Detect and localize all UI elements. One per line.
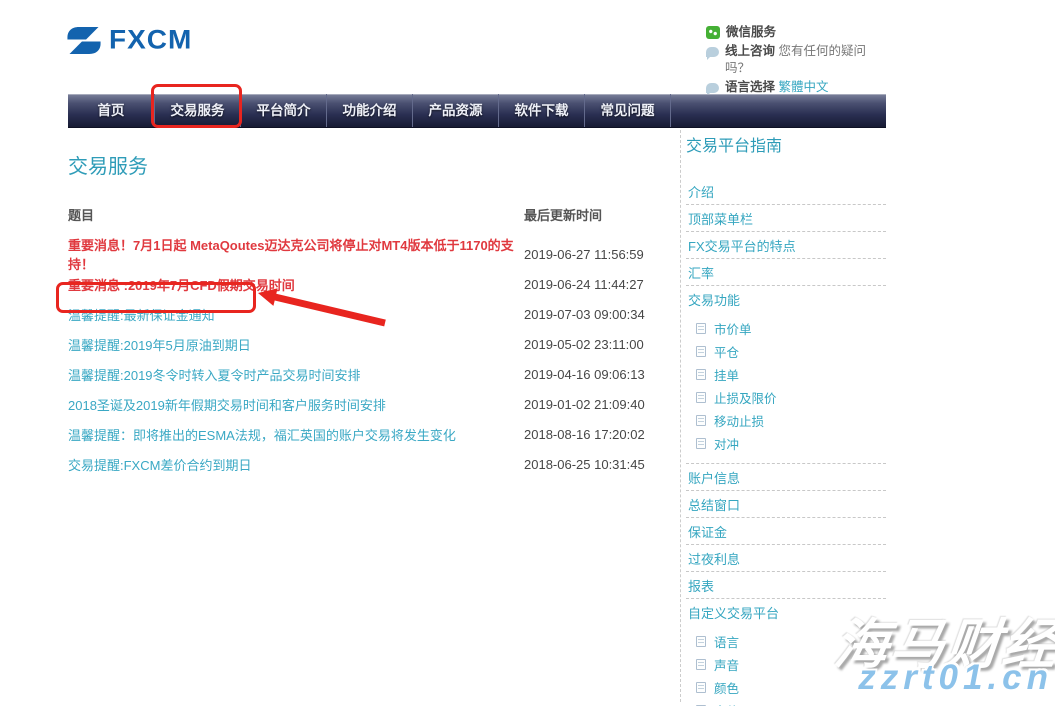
subitem-label: 平仓 <box>714 342 739 361</box>
row-date: 2019-06-27 11:56:59 <box>524 247 644 262</box>
announcement-link[interactable]: 交易提醒:FXCM差价合约到期日 <box>68 455 524 474</box>
announcement-link-margin-notice[interactable]: 温馨提醒:最新保证金通知 <box>68 305 524 324</box>
watermark-url: zzrt01.cn <box>858 658 1053 698</box>
sidebar-subitem-color[interactable]: 颜色 <box>686 676 886 699</box>
chat-bubble-icon <box>706 83 719 93</box>
fxcm-trading-services-page: FXCM 微信服务 线上咨询 您有任何的疑问吗？ 语言选择 繁體中文 首页 交易… <box>0 0 1055 706</box>
column-header-updated: 最后更新时间 <box>524 205 602 239</box>
subitem-label: 市价单 <box>714 319 752 338</box>
subitem-label: 对冲 <box>714 434 739 453</box>
nav-item-features[interactable]: 功能介绍 <box>326 94 412 127</box>
consult-text: 线上咨询 您有任何的疑问吗？ <box>725 43 886 77</box>
announcement-link[interactable]: 温馨提醒：即将推出的ESMA法规，福汇英国的账户交易将发生变化 <box>68 425 524 444</box>
sidebar-title: 交易平台指南 <box>686 132 886 156</box>
sidebar-item-rates[interactable]: 汇率 <box>686 259 886 286</box>
sidebar-item-intro[interactable]: 介绍 <box>686 178 886 205</box>
table-header: 题目 最后更新时间 <box>68 205 688 239</box>
fxcm-logo-icon <box>66 26 102 55</box>
main-content: 交易服务 题目 最后更新时间 重要消息！7月1日起 MetaQoutes迈达克公… <box>68 150 688 479</box>
nav-item-faq[interactable]: 常见问题 <box>584 94 670 127</box>
document-icon <box>696 369 706 380</box>
page-title: 交易服务 <box>68 150 688 179</box>
sidebar-subitem-font[interactable]: 字体 <box>686 699 886 706</box>
document-icon <box>696 415 706 426</box>
sidebar-item-overnight-interest[interactable]: 过夜利息 <box>686 545 886 572</box>
row-date: 2018-06-25 10:31:45 <box>524 457 645 472</box>
sidebar-subitem-stop-limit[interactable]: 止损及限价 <box>686 386 886 409</box>
announcement-link[interactable]: 重要消息！7月1日起 MetaQoutes迈达克公司将停止对MT4版本低于117… <box>68 235 524 273</box>
nav-item-platform-intro[interactable]: 平台简介 <box>240 94 326 127</box>
sidebar-subitem-pending-order[interactable]: 挂单 <box>686 363 886 386</box>
table-row: 温馨提醒:2019年5月原油到期日 2019-05-02 23:11:00 <box>68 329 688 359</box>
table-row: 2018圣诞及2019新年假期交易时间和客户服务时间安排 2019-01-02 … <box>68 389 688 419</box>
logo-text: FXCM <box>109 25 192 55</box>
row-date: 2019-05-02 23:11:00 <box>524 337 644 352</box>
document-icon <box>696 392 706 403</box>
main-nav: 首页 交易服务 平台简介 功能介绍 产品资源 软件下载 常见问题 <box>68 94 886 127</box>
table-row-highlighted: 温馨提醒:最新保证金通知 2019-07-03 09:00:34 <box>68 299 688 329</box>
document-icon <box>696 636 706 647</box>
sidebar-subitem-close-position[interactable]: 平仓 <box>686 340 886 363</box>
table-row: 重要消息！7月1日起 MetaQoutes迈达克公司将停止对MT4版本低于117… <box>68 239 688 269</box>
nav-item-trading-services[interactable]: 交易服务 <box>154 94 240 127</box>
row-date: 2019-04-16 09:06:13 <box>524 367 645 382</box>
nav-item-product-resources[interactable]: 产品资源 <box>412 94 498 127</box>
language-label: 语言选择 <box>725 80 775 94</box>
document-icon <box>696 346 706 357</box>
row-date: 2019-01-02 21:09:40 <box>524 397 645 412</box>
subitem-label: 挂单 <box>714 365 739 384</box>
language-link[interactable]: 繁體中文 <box>779 80 829 94</box>
nav-item-software-download[interactable]: 软件下载 <box>498 94 584 127</box>
table-row: 温馨提醒：即将推出的ESMA法规，福汇英国的账户交易将发生变化 2018-08-… <box>68 419 688 449</box>
document-icon <box>696 438 706 449</box>
document-icon <box>696 682 706 693</box>
subitem-label: 声音 <box>714 655 739 674</box>
nav-item-home[interactable]: 首页 <box>68 94 154 127</box>
subitem-label: 字体 <box>714 701 739 706</box>
sidebar-divider <box>680 130 681 702</box>
fxcm-logo[interactable]: FXCM <box>66 24 192 56</box>
table-row: 温馨提醒:2019冬令时转入夏令时产品交易时间安排 2019-04-16 09:… <box>68 359 688 389</box>
table-row: 重要消息 :2019年7月CFD假期交易时间 2019-06-24 11:44:… <box>68 269 688 299</box>
sidebar-item-summary-window[interactable]: 总结窗口 <box>686 491 886 518</box>
sidebar-item-margin[interactable]: 保证金 <box>686 518 886 545</box>
announcement-link[interactable]: 温馨提醒:2019冬令时转入夏令时产品交易时间安排 <box>68 365 524 384</box>
sidebar-subitem-hedging[interactable]: 对冲 <box>686 432 886 455</box>
sidebar-subitem-trailing-stop[interactable]: 移动止损 <box>686 409 886 432</box>
sidebar-item-account-info[interactable]: 账户信息 <box>686 464 886 491</box>
subitem-label: 止损及限价 <box>714 388 777 407</box>
subitem-label: 颜色 <box>714 678 739 697</box>
document-icon <box>696 323 706 334</box>
sidebar-item-fx-platform-features[interactable]: FX交易平台的特点 <box>686 232 886 259</box>
row-date: 2019-06-24 11:44:27 <box>524 277 644 292</box>
wechat-service-link[interactable]: 微信服务 <box>706 24 886 41</box>
wechat-label: 微信服务 <box>726 24 776 41</box>
online-consult-link[interactable]: 线上咨询 您有任何的疑问吗？ <box>706 43 886 77</box>
announcement-link[interactable]: 温馨提醒:2019年5月原油到期日 <box>68 335 524 354</box>
sidebar-item-trading-functions[interactable]: 交易功能 <box>686 286 886 312</box>
sidebar-sublist: 市价单 平仓 挂单 止损及限价 移动止损 对冲 <box>686 312 886 464</box>
sidebar-item-top-menu[interactable]: 顶部菜单栏 <box>686 205 886 232</box>
sidebar-item-reports[interactable]: 报表 <box>686 572 886 599</box>
column-header-title: 题目 <box>68 205 524 239</box>
nav-filler <box>670 94 886 127</box>
subitem-label: 移动止损 <box>714 411 764 430</box>
subitem-label: 语言 <box>714 632 739 651</box>
document-icon <box>696 659 706 670</box>
announcement-link[interactable]: 重要消息 :2019年7月CFD假期交易时间 <box>68 275 524 294</box>
row-date: 2018-08-16 17:20:02 <box>524 427 645 442</box>
sidebar-subitem-market-order[interactable]: 市价单 <box>686 317 886 340</box>
chat-bubble-icon <box>706 47 719 57</box>
announcement-link[interactable]: 2018圣诞及2019新年假期交易时间和客户服务时间安排 <box>68 395 524 414</box>
wechat-icon <box>706 26 720 39</box>
consult-label: 线上咨询 <box>725 44 775 58</box>
row-date: 2019-07-03 09:00:34 <box>524 307 645 322</box>
table-row: 交易提醒:FXCM差价合约到期日 2018-06-25 10:31:45 <box>68 449 688 479</box>
